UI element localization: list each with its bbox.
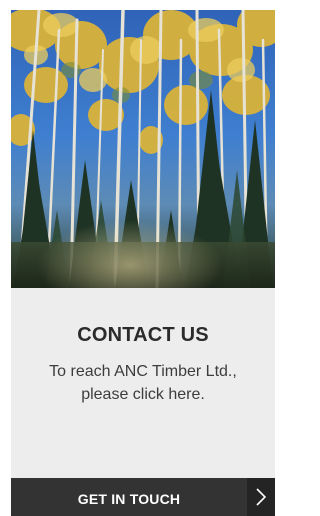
chevron-right-icon[interactable] (247, 478, 275, 516)
card-title: CONTACT US (77, 324, 209, 346)
card-content: CONTACT US To reach ANC Timber Ltd., ple… (11, 288, 275, 478)
get-in-touch-label: GET IN TOUCH (77, 491, 181, 507)
get-in-touch-button[interactable]: GET IN TOUCH (11, 478, 275, 516)
contact-card: CONTACT US To reach ANC Timber Ltd., ple… (11, 10, 275, 516)
card-description[interactable]: To reach ANC Timber Ltd., please click h… (29, 360, 257, 406)
forest-photo (11, 10, 275, 288)
